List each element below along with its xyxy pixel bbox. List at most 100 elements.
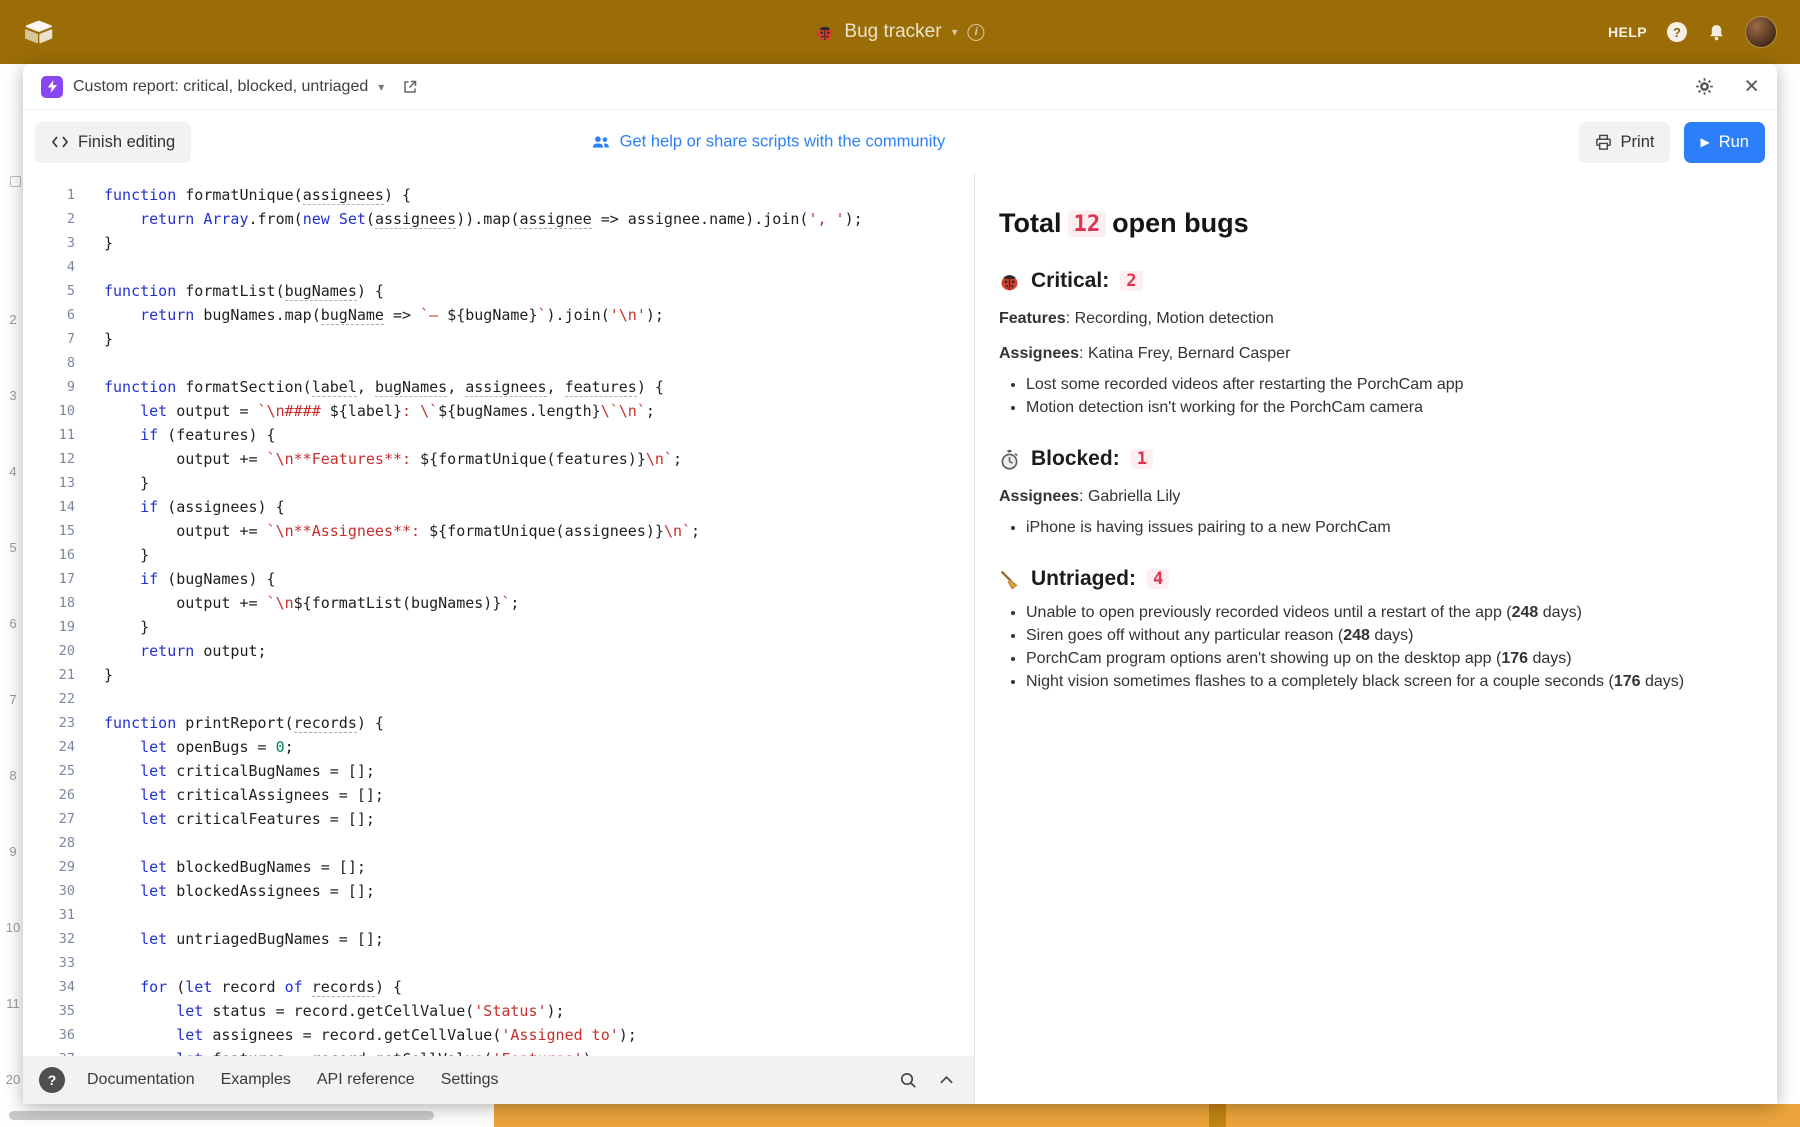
code-line[interactable]: 26 let criticalAssignees = []; <box>23 783 974 807</box>
code-line[interactable]: 11 if (features) { <box>23 423 974 447</box>
code-text: } <box>75 327 113 351</box>
bullet-list: Lost some recorded videos after restarti… <box>999 376 1733 417</box>
people-icon <box>592 135 611 150</box>
community-link[interactable]: Get help or share scripts with the commu… <box>592 133 946 152</box>
code-line[interactable]: 20 return output; <box>23 639 974 663</box>
code-line[interactable]: 13 } <box>23 471 974 495</box>
code-line[interactable]: 22 <box>23 687 974 711</box>
toolbar-right: Print ▶ Run <box>1579 122 1765 163</box>
close-icon[interactable]: × <box>1744 74 1759 99</box>
code-line[interactable]: 9function formatSection(label, bugNames,… <box>23 375 974 399</box>
code-line[interactable]: 21} <box>23 663 974 687</box>
code-line[interactable]: 17 if (bugNames) { <box>23 567 974 591</box>
code-line[interactable]: 28 <box>23 831 974 855</box>
code-line[interactable]: 25 let criticalBugNames = []; <box>23 759 974 783</box>
chevron-down-icon[interactable]: ▾ <box>378 80 384 94</box>
code-text <box>75 951 104 975</box>
nav-settings[interactable]: Settings <box>441 1071 499 1089</box>
bullet-item: Unable to open previously recorded video… <box>1026 604 1733 622</box>
run-button[interactable]: ▶ Run <box>1684 122 1765 163</box>
code-line[interactable]: 14 if (assignees) { <box>23 495 974 519</box>
code-text: function formatUnique(assignees) { <box>75 183 411 207</box>
base-switcher[interactable]: Bug tracker ▾ i <box>815 0 984 64</box>
code-text <box>75 687 104 711</box>
horizontal-scrollbar[interactable] <box>9 1111 434 1120</box>
code-line[interactable]: 23function printReport(records) { <box>23 711 974 735</box>
print-label: Print <box>1621 133 1655 152</box>
line-number: 10 <box>23 399 75 423</box>
notifications-bell-icon[interactable] <box>1707 23 1726 42</box>
nav-examples[interactable]: Examples <box>221 1071 291 1089</box>
code-line[interactable]: 3} <box>23 231 974 255</box>
line-number: 19 <box>23 615 75 639</box>
print-button[interactable]: Print <box>1579 122 1671 163</box>
code-line[interactable]: 33 <box>23 951 974 975</box>
code-line[interactable]: 18 output += `\n${formatList(bugNames)}`… <box>23 591 974 615</box>
background-table-strip <box>0 1104 1800 1127</box>
line-number: 6 <box>23 303 75 327</box>
code-line[interactable]: 2 return Array.from(new Set(assignees)).… <box>23 207 974 231</box>
code-line[interactable]: 24 let openBugs = 0; <box>23 735 974 759</box>
avatar[interactable] <box>1746 17 1776 47</box>
bullet-item: Lost some recorded videos after restarti… <box>1026 376 1733 394</box>
help-question-icon[interactable]: ? <box>39 1067 65 1093</box>
nav-api-reference[interactable]: API reference <box>317 1071 415 1089</box>
help-icon[interactable]: ? <box>1667 22 1687 42</box>
bottom-nav: Documentation Examples API reference Settin… <box>87 1071 499 1089</box>
line-number: 23 <box>23 711 75 735</box>
line-number: 18 <box>23 591 75 615</box>
code-editor[interactable]: 1function formatUnique(assignees) {2 ret… <box>23 174 974 1056</box>
line-number: 27 <box>23 807 75 831</box>
bullet-list: iPhone is having issues pairing to a new… <box>999 519 1733 537</box>
line-number: 16 <box>23 543 75 567</box>
code-line[interactable]: 15 output += `\n**Assignees**: ${formatU… <box>23 519 974 543</box>
code-line[interactable]: 1function formatUnique(assignees) { <box>23 183 974 207</box>
code-line[interactable]: 12 output += `\n**Features**: ${formatUn… <box>23 447 974 471</box>
search-icon[interactable] <box>899 1071 917 1089</box>
code-line[interactable]: 27 let criticalFeatures = []; <box>23 807 974 831</box>
code-line[interactable]: 8 <box>23 351 974 375</box>
line-number: 3 <box>23 231 75 255</box>
code-line[interactable]: 30 let blockedAssignees = []; <box>23 879 974 903</box>
bullet-list: Unable to open previously recorded video… <box>999 604 1733 691</box>
line-number: 5 <box>23 279 75 303</box>
code-line[interactable]: 6 return bugNames.map(bugName => `– ${bu… <box>23 303 974 327</box>
chevron-up-icon[interactable] <box>939 1075 954 1085</box>
code-text: } <box>75 615 149 639</box>
line-number: 25 <box>23 759 75 783</box>
expand-external-icon[interactable] <box>402 79 418 95</box>
extension-title[interactable]: Custom report: critical, blocked, untria… <box>73 78 368 96</box>
code-line[interactable]: 10 let output = `\n#### ${label}: \`${bu… <box>23 399 974 423</box>
line-number: 22 <box>23 687 75 711</box>
code-text: for (let record of records) { <box>75 975 402 999</box>
code-line[interactable]: 35 let status = record.getCellValue('Sta… <box>23 999 974 1023</box>
code-line[interactable]: 36 let assignees = record.getCellValue('… <box>23 1023 974 1047</box>
finish-editing-button[interactable]: Finish editing <box>35 122 191 163</box>
code-line[interactable]: 7} <box>23 327 974 351</box>
row-number: 9 <box>4 814 22 890</box>
info-icon[interactable]: i <box>968 24 985 41</box>
nav-documentation[interactable]: Documentation <box>87 1071 195 1089</box>
code-text: function formatSection(label, bugNames, … <box>75 375 664 399</box>
code-text: output += `\n**Assignees**: ${formatUniq… <box>75 519 700 543</box>
code-line[interactable]: 34 for (let record of records) { <box>23 975 974 999</box>
code-line[interactable]: 19 } <box>23 615 974 639</box>
bullet-item: Motion detection isn't working for the P… <box>1026 399 1733 417</box>
dialog-toolbar: Finish editing Get help or share scripts… <box>23 110 1777 174</box>
airtable-logo-icon[interactable] <box>24 19 54 45</box>
topbar-actions: HELP ? <box>1608 17 1776 47</box>
run-label: Run <box>1719 133 1749 152</box>
code-line[interactable]: 29 let blockedBugNames = []; <box>23 855 974 879</box>
bug-icon <box>815 23 834 42</box>
code-line[interactable]: 16 } <box>23 543 974 567</box>
code-line[interactable]: 4 <box>23 255 974 279</box>
code-line[interactable]: 37 let features = record.getCellValue('F… <box>23 1047 974 1056</box>
code-line[interactable]: 31 <box>23 903 974 927</box>
help-label[interactable]: HELP <box>1608 24 1647 40</box>
dialog-main: 1function formatUnique(assignees) {2 ret… <box>23 174 1777 1104</box>
code-line[interactable]: 5function formatList(bugNames) { <box>23 279 974 303</box>
broom-icon <box>999 569 1020 590</box>
code-line[interactable]: 32 let untriagedBugNames = []; <box>23 927 974 951</box>
line-number: 20 <box>23 639 75 663</box>
settings-gear-icon[interactable] <box>1695 77 1714 96</box>
